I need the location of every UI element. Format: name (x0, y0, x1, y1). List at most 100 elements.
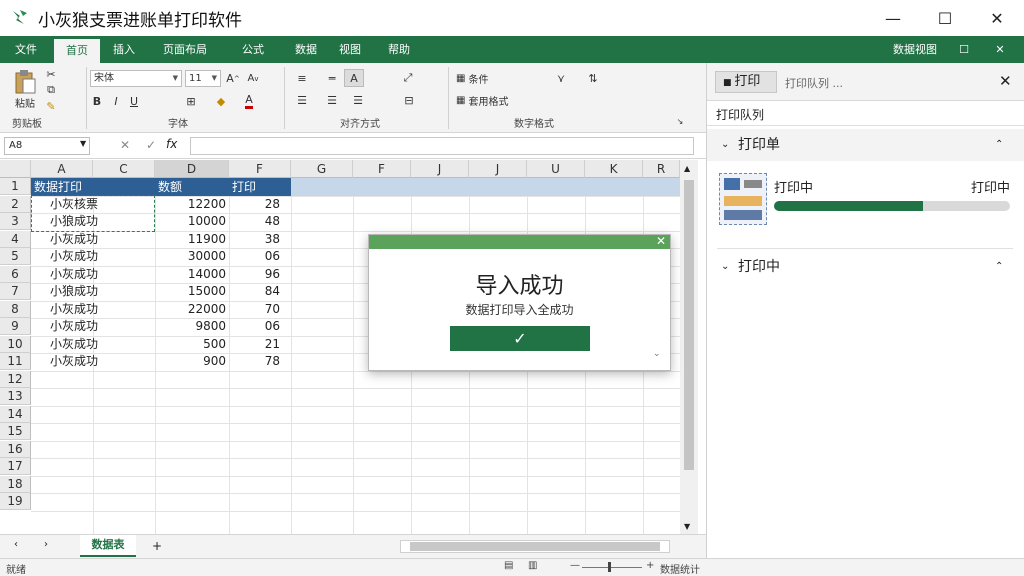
orientation-icon[interactable]: ⤢ (398, 71, 418, 85)
column-header[interactable]: R (643, 160, 680, 178)
data-view-button[interactable]: 数据视图 (880, 36, 950, 63)
sheet-tab[interactable]: 数据表 (80, 535, 136, 557)
normal-view-icon[interactable]: ▤ (504, 560, 513, 571)
dialog-close-icon[interactable]: ✕ (656, 234, 666, 248)
table-cell[interactable]: 84 (229, 283, 280, 300)
cancel-icon[interactable]: ✕ (120, 138, 130, 152)
table-cell[interactable]: 30000 (155, 248, 226, 265)
row-header[interactable]: 11 (0, 353, 31, 370)
header-cell[interactable]: 打印 (229, 178, 291, 196)
dialog-launcher-icon[interactable]: ↘ (674, 115, 686, 127)
table-cell[interactable]: 10000 (155, 213, 226, 230)
table-cell[interactable]: 15000 (155, 283, 226, 300)
row-header[interactable]: 5 (0, 248, 31, 265)
row-header[interactable]: 18 (0, 475, 31, 493)
font-color-icon[interactable]: A (238, 93, 260, 110)
bold-button[interactable]: B (90, 93, 104, 110)
pane-print-tab[interactable]: ■ 打印 (715, 71, 777, 93)
table-cell[interactable]: 14000 (155, 266, 226, 283)
font-name-select[interactable]: 宋体 ▼ (90, 70, 182, 87)
pane-close-icon[interactable]: ✕ (999, 72, 1012, 90)
align-top-icon[interactable]: ≡ (292, 71, 312, 85)
row-header[interactable]: 7 (0, 283, 31, 300)
align-center-icon[interactable]: ☰ (322, 93, 342, 107)
copy-icon[interactable]: ⧉ (44, 83, 58, 97)
column-header[interactable]: U (527, 160, 585, 178)
scroll-down-icon[interactable]: ▼ (684, 522, 690, 531)
tab-home[interactable]: 首页 (54, 39, 100, 63)
table-cell[interactable]: 38 (229, 231, 280, 248)
header-cell[interactable]: 数据打印 (31, 178, 155, 196)
fx-icon[interactable]: fx (166, 137, 177, 151)
formula-input[interactable] (190, 137, 694, 155)
prev-sheet-icon[interactable]: ‹ (14, 539, 18, 550)
tab-file[interactable]: 文件 (0, 36, 52, 63)
zoom-in-icon[interactable]: + (646, 560, 654, 571)
close-button[interactable]: ✕ (971, 0, 1023, 36)
row-header[interactable]: 16 (0, 440, 31, 458)
table-cell[interactable]: 11900 (155, 231, 226, 248)
pane-queue-tab[interactable]: 打印队列 ... (785, 75, 843, 91)
table-cell[interactable]: 96 (229, 266, 280, 283)
table-cell[interactable]: 小狼成功 (50, 283, 150, 300)
table-cell[interactable]: 小灰成功 (50, 248, 150, 265)
header-cell[interactable]: 数额 (155, 178, 229, 196)
sort-icon[interactable]: ⇅ (582, 71, 604, 85)
table-cell[interactable]: 500 (155, 336, 226, 353)
row-header[interactable]: 15 (0, 423, 31, 440)
italic-button[interactable]: I (109, 93, 123, 110)
tab-data[interactable]: 数据 (284, 36, 328, 63)
table-cell[interactable]: 小灰成功 (50, 266, 150, 283)
align-right-icon[interactable]: ☰ (348, 93, 368, 107)
fill-color-icon[interactable]: ◆ (210, 93, 232, 110)
name-box[interactable]: A8 (4, 137, 90, 155)
font-format-icon[interactable]: A (344, 69, 364, 87)
ribbon-close-icon[interactable]: ✕ (988, 36, 1012, 63)
merge-cells-icon[interactable]: ⊟ (398, 93, 420, 107)
table-cell[interactable]: 06 (229, 318, 280, 335)
table-cell[interactable]: 小灰成功 (50, 353, 150, 370)
tab-view[interactable]: 视图 (330, 36, 370, 63)
paste-button[interactable]: 粘贴 (8, 67, 42, 111)
dialog-ok-button[interactable]: ✓ (450, 326, 590, 351)
table-cell[interactable]: 28 (229, 196, 280, 213)
decrease-font-icon[interactable]: Av (245, 70, 261, 87)
zoom-out-icon[interactable]: — (570, 560, 580, 571)
section-printing-header[interactable]: ⌄ 打印中 ⌃ (707, 251, 1024, 283)
format-as-table-button[interactable]: ▦ 套用格式 (456, 93, 520, 108)
next-sheet-icon[interactable]: › (44, 539, 48, 550)
table-cell[interactable]: 70 (229, 301, 280, 318)
zoom-slider-thumb[interactable] (608, 562, 611, 572)
vertical-scroll-thumb[interactable] (684, 180, 694, 470)
row-header[interactable]: 6 (0, 265, 31, 283)
table-cell[interactable]: 78 (229, 353, 280, 370)
row-header[interactable]: 3 (0, 213, 31, 230)
table-cell[interactable]: 9800 (155, 318, 226, 335)
vertical-scrollbar[interactable]: ▲ ▼ (680, 160, 698, 534)
column-header[interactable]: G (291, 160, 353, 178)
add-sheet-icon[interactable]: + (152, 539, 162, 553)
page-layout-icon[interactable]: ▥ (528, 560, 537, 571)
column-header[interactable]: K (585, 160, 643, 178)
table-cell[interactable]: 900 (155, 353, 226, 370)
tab-help[interactable]: 帮助 (376, 36, 422, 63)
row-header[interactable]: 9 (0, 318, 31, 335)
column-header[interactable]: D (155, 160, 229, 178)
table-cell[interactable]: 小灰成功 (50, 231, 150, 248)
minimize-button[interactable]: — (867, 0, 919, 36)
row-header[interactable]: 1 (0, 178, 31, 195)
row-header[interactable]: 4 (0, 230, 31, 248)
row-header[interactable]: 2 (0, 195, 31, 213)
column-header[interactable]: J (469, 160, 527, 178)
horizontal-scroll-thumb[interactable] (410, 542, 660, 551)
column-header[interactable]: C (93, 160, 155, 178)
tab-page-layout[interactable]: 页面布局 (150, 36, 220, 63)
table-cell[interactable]: 06 (229, 248, 280, 265)
cut-icon[interactable]: ✂ (44, 67, 58, 81)
filter-icon[interactable]: ⋎ (552, 71, 570, 85)
format-painter-icon[interactable]: ✎ (44, 99, 58, 113)
row-header[interactable]: 14 (0, 405, 31, 423)
job-thumbnail[interactable] (719, 173, 767, 225)
maximize-button[interactable]: ☐ (919, 0, 971, 36)
tab-insert[interactable]: 插入 (102, 36, 146, 63)
